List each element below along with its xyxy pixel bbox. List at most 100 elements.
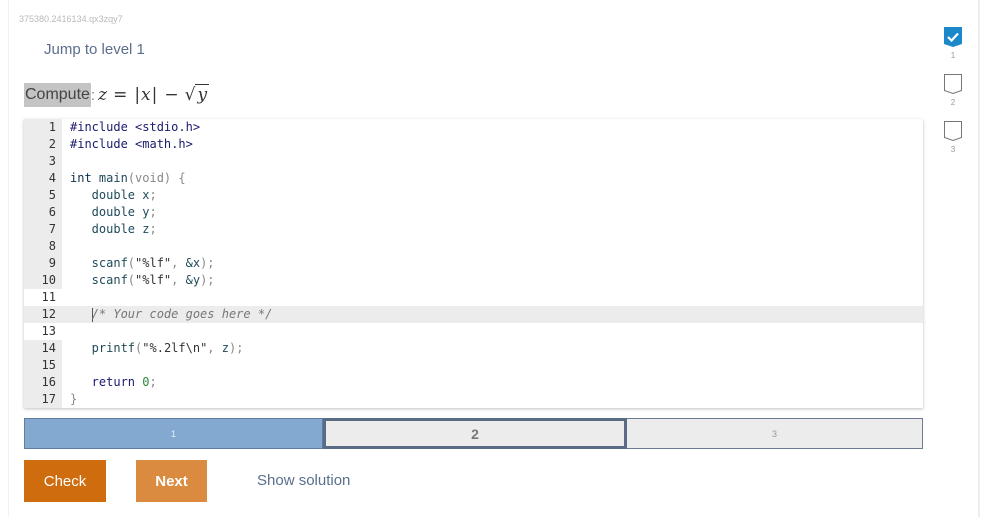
- empty-badge-icon: [944, 74, 962, 95]
- formula: z = |x| − √ y: [98, 84, 210, 105]
- line-number: 13: [24, 323, 62, 340]
- prompt-label: Compute: [24, 83, 91, 107]
- code-line[interactable]: 10 scanf("%lf", &y);: [24, 272, 923, 289]
- code-token: &x: [185, 256, 201, 270]
- code-token: (: [127, 273, 136, 287]
- code-token: ,: [171, 256, 186, 270]
- code-line[interactable]: 16 return 0;: [24, 374, 923, 391]
- line-number: 16: [24, 374, 62, 391]
- code-line[interactable]: 6 double y;: [24, 204, 923, 221]
- code-line[interactable]: 7 double z;: [24, 221, 923, 238]
- jump-to-level-link[interactable]: Jump to level 1: [44, 41, 145, 58]
- code-text[interactable]: printf("%.2lf\n", z);: [62, 340, 244, 357]
- level-number: 3: [950, 145, 956, 154]
- formula-equals: =: [113, 85, 128, 105]
- code-line[interactable]: 1 #include <stdio.h>: [24, 119, 923, 136]
- code-token: );: [200, 256, 215, 270]
- code-text[interactable]: #include <math.h>: [62, 136, 193, 153]
- line-number: 5: [24, 187, 62, 204]
- code-line[interactable]: 8: [24, 238, 923, 255]
- show-solution-link[interactable]: Show solution: [257, 472, 350, 489]
- code-line[interactable]: 15: [24, 357, 923, 374]
- level-checklist-item[interactable]: 1: [942, 27, 964, 74]
- line-number: 8: [24, 238, 62, 255]
- level-number: 1: [950, 51, 956, 60]
- code-token: return: [70, 375, 136, 389]
- code-text[interactable]: [62, 153, 70, 170]
- code-token: z: [221, 341, 229, 355]
- code-line[interactable]: 11: [24, 289, 923, 306]
- code-editor[interactable]: 1 #include <stdio.h> 2 #include <math.h> 3 4 i…: [24, 119, 923, 408]
- code-text[interactable]: double z;: [62, 221, 157, 238]
- code-token: &y: [185, 273, 201, 287]
- sqrt-icon: √: [184, 85, 196, 105]
- empty-badge-icon: [944, 121, 962, 142]
- level-checklist-item[interactable]: 3: [942, 121, 964, 168]
- line-number: 7: [24, 221, 62, 238]
- code-text[interactable]: [62, 357, 70, 374]
- code-token: printf: [70, 341, 136, 355]
- code-line[interactable]: 14 printf("%.2lf\n", z);: [24, 340, 923, 357]
- code-token: );: [228, 341, 244, 355]
- level-segment-1[interactable]: 1: [24, 418, 323, 449]
- code-token: }: [70, 392, 78, 406]
- code-text[interactable]: double y;: [62, 204, 157, 221]
- code-text[interactable]: scanf("%lf", &x);: [62, 255, 215, 272]
- line-number: 15: [24, 357, 62, 374]
- code-token: "%lf": [135, 256, 172, 270]
- right-divider: [978, 0, 980, 517]
- code-token: #include <math.h>: [70, 137, 193, 151]
- code-line[interactable]: 12 /* Your code goes here */: [24, 306, 923, 323]
- line-number: 6: [24, 204, 62, 221]
- code-text[interactable]: /* Your code goes here */: [62, 306, 272, 323]
- code-line[interactable]: 13: [24, 323, 923, 340]
- code-text[interactable]: [62, 323, 70, 340]
- code-token: "%.2lf\n": [142, 341, 208, 355]
- code-token: scanf: [70, 256, 128, 270]
- level-segment-3[interactable]: 3: [627, 418, 923, 449]
- next-button[interactable]: Next: [136, 460, 207, 502]
- activity-id: 375380.2416134.qx3zqy7: [19, 14, 123, 24]
- code-token: ,: [171, 273, 186, 287]
- level-number: 2: [950, 98, 956, 107]
- code-text[interactable]: double x;: [62, 187, 157, 204]
- line-number: 10: [24, 272, 62, 289]
- line-number: 2: [24, 136, 62, 153]
- code-text[interactable]: return 0;: [62, 374, 157, 391]
- line-number: 3: [24, 153, 62, 170]
- code-text[interactable]: }: [62, 391, 77, 408]
- level-segment-2[interactable]: 2: [323, 418, 627, 449]
- code-line[interactable]: 4 int main(void) {: [24, 170, 923, 187]
- code-text[interactable]: scanf("%lf", &y);: [62, 272, 215, 289]
- code-token: z: [135, 222, 150, 236]
- code-line[interactable]: 5 double x;: [24, 187, 923, 204]
- line-number: 17: [24, 391, 62, 408]
- formula-x: x: [141, 85, 151, 105]
- code-line[interactable]: 3: [24, 153, 923, 170]
- code-text[interactable]: [62, 238, 70, 255]
- level-checklist-item[interactable]: 2: [942, 74, 964, 121]
- code-token: ;: [149, 222, 157, 236]
- line-number: 9: [24, 255, 62, 272]
- code-text[interactable]: int main(void) {: [62, 170, 186, 187]
- formula-lhs: z: [98, 85, 108, 105]
- line-number: 14: [24, 340, 62, 357]
- code-token: (void) {: [127, 171, 186, 185]
- code-token: );: [200, 273, 215, 287]
- abs-close: |: [151, 85, 158, 105]
- formula-minus: −: [164, 85, 179, 105]
- code-token: double: [70, 222, 136, 236]
- code-token: #include <stdio.h>: [70, 120, 201, 134]
- code-line[interactable]: 2 #include <math.h>: [24, 136, 923, 153]
- code-token: double: [70, 188, 136, 202]
- prompt-colon: :: [90, 86, 96, 104]
- left-divider: [8, 0, 9, 517]
- check-icon: [944, 27, 962, 47]
- code-text[interactable]: #include <stdio.h>: [62, 119, 200, 136]
- formula-y: y: [195, 84, 210, 105]
- code-line[interactable]: 9 scanf("%lf", &x);: [24, 255, 923, 272]
- code-token: x: [135, 188, 150, 202]
- check-button[interactable]: Check: [24, 460, 106, 502]
- code-line[interactable]: 17}: [24, 391, 923, 408]
- code-text[interactable]: [62, 289, 70, 306]
